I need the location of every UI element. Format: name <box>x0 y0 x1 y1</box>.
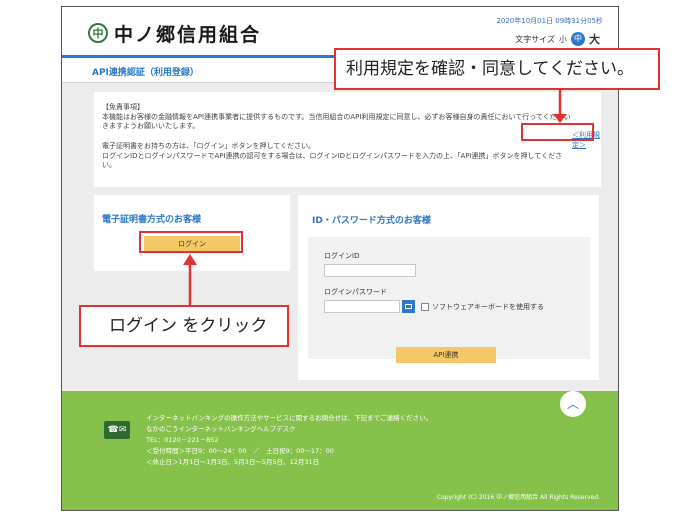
login-arrow-icon <box>183 254 197 305</box>
annotation-arrows <box>183 90 567 305</box>
terms-arrow-icon <box>553 90 567 123</box>
